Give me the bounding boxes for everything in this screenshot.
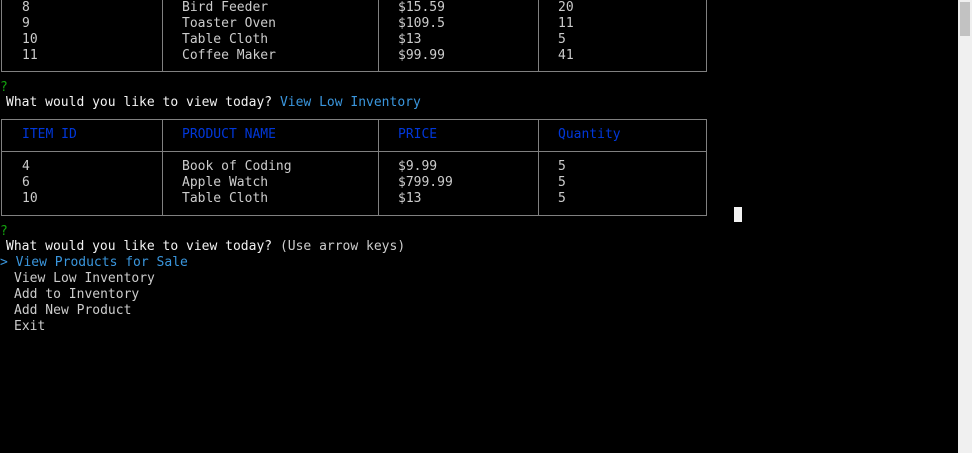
- terminal-window[interactable]: 8 Bird Feeder $15.59 20 9 Toaster Oven $…: [0, 0, 958, 453]
- column-divider: [378, 120, 379, 215]
- prompt-hint: (Use arrow keys): [279, 239, 406, 254]
- quantity-cell: 5: [558, 175, 566, 190]
- price-cell: $15.59: [398, 0, 445, 15]
- header-product-name: PRODUCT NAME: [182, 127, 276, 142]
- column-divider: [538, 120, 539, 215]
- price-cell: $13: [398, 32, 422, 47]
- choice-add-to-inventory[interactable]: Add to Inventory: [14, 287, 139, 303]
- pointer-icon: >: [0, 255, 8, 270]
- column-divider: [538, 0, 539, 71]
- item-id-cell: 4: [22, 159, 30, 174]
- product-name-cell: Bird Feeder: [182, 0, 269, 15]
- prompt-answer: View Low Inventory: [279, 95, 421, 110]
- item-id-cell: 10: [22, 191, 38, 206]
- price-cell: $799.99: [398, 175, 453, 190]
- question-mark-icon: ?: [0, 80, 8, 95]
- price-cell: $13: [398, 191, 422, 206]
- text-cursor: [734, 207, 742, 222]
- header-price: PRICE: [398, 127, 438, 142]
- product-name-cell: Apple Watch: [182, 175, 269, 190]
- column-divider: [162, 0, 163, 71]
- vertical-scrollbar[interactable]: [958, 0, 972, 453]
- choice-view-products[interactable]: > View Products for Sale: [0, 255, 188, 271]
- product-name-cell: Table Cloth: [182, 32, 269, 47]
- prompt-question: What would you like to view today?: [6, 239, 273, 254]
- prompt-line: What would you like to view today? (Use …: [6, 239, 405, 255]
- choice-label: View Products for Sale: [15, 255, 188, 270]
- scrollbar-thumb[interactable]: [960, 2, 970, 36]
- product-name-cell: Book of Coding: [182, 159, 292, 174]
- product-name-cell: Coffee Maker: [182, 48, 276, 63]
- price-cell: $99.99: [398, 48, 445, 63]
- price-cell: $9.99: [398, 159, 438, 174]
- prompt-line: What would you like to view today? View …: [6, 95, 421, 111]
- choice-add-new-product[interactable]: Add New Product: [14, 303, 131, 319]
- quantity-cell: 5: [558, 159, 566, 174]
- header-quantity: Quantity: [558, 127, 621, 142]
- column-divider: [378, 0, 379, 71]
- quantity-cell: 20: [558, 0, 574, 15]
- quantity-cell: 5: [558, 191, 566, 206]
- prompt-question: What would you like to view today?: [6, 95, 273, 110]
- product-name-cell: Toaster Oven: [182, 16, 276, 31]
- quantity-cell: 5: [558, 32, 566, 47]
- choice-exit[interactable]: Exit: [14, 319, 45, 335]
- quantity-cell: 41: [558, 48, 574, 63]
- question-mark-icon: ?: [0, 224, 8, 239]
- item-id-cell: 6: [22, 175, 30, 190]
- item-id-cell: 9: [22, 16, 30, 31]
- column-divider: [162, 120, 163, 215]
- item-id-cell: 8: [22, 0, 30, 15]
- header-item-id: ITEM ID: [22, 127, 77, 142]
- product-name-cell: Table Cloth: [182, 191, 269, 206]
- header-divider: [2, 151, 706, 152]
- products-table: [1, 0, 707, 72]
- quantity-cell: 11: [558, 16, 574, 31]
- item-id-cell: 10: [22, 32, 38, 47]
- item-id-cell: 11: [22, 48, 38, 63]
- choice-view-low-inventory[interactable]: View Low Inventory: [14, 271, 155, 287]
- price-cell: $109.5: [398, 16, 445, 31]
